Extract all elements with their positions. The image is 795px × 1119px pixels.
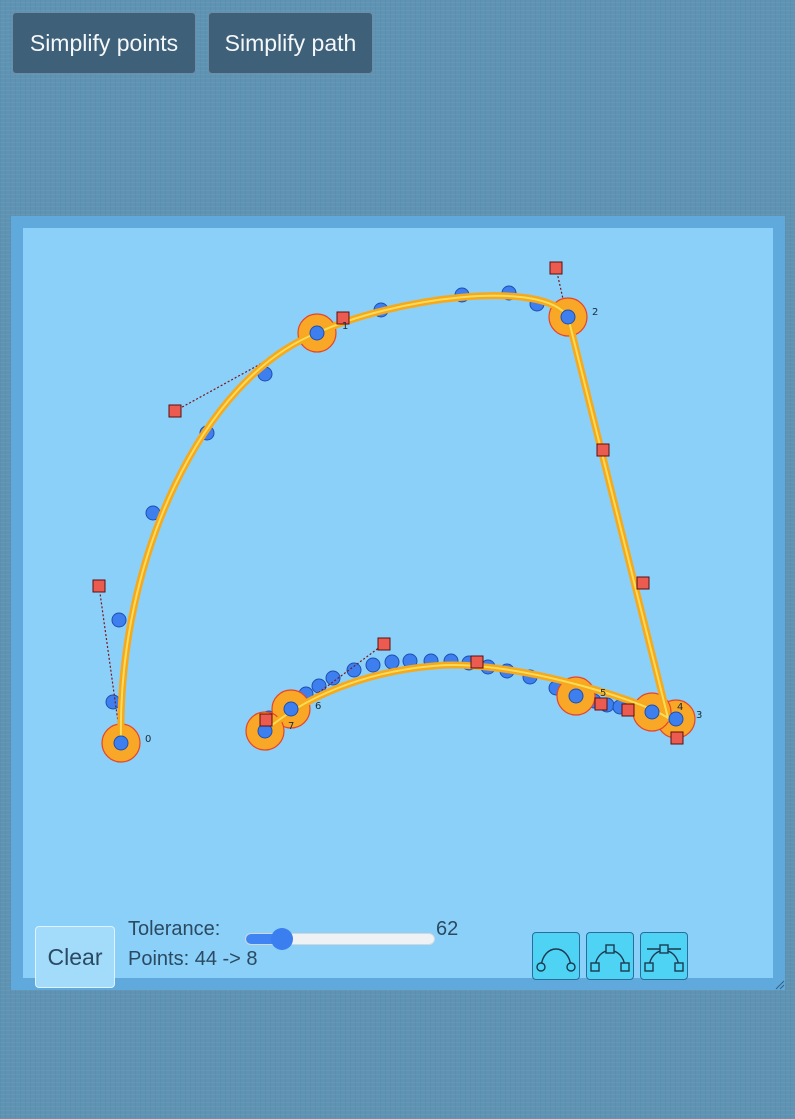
path-drawing[interactable]: 0 2 3 4 5 6 7 1 <box>23 228 773 978</box>
control-handle[interactable] <box>670 731 684 745</box>
control-handle[interactable] <box>549 261 563 275</box>
anchor-label: 6 <box>315 701 321 712</box>
anchor-center[interactable] <box>560 309 576 325</box>
smooth-curve-button[interactable] <box>532 932 580 980</box>
smooth-curve-icon <box>536 948 576 972</box>
tangent-handles-button[interactable] <box>640 932 688 980</box>
raw-point[interactable] <box>346 662 362 678</box>
anchor-center[interactable] <box>113 735 129 751</box>
anchor-label: 0 <box>145 734 151 745</box>
tolerance-value: 62 <box>436 918 459 940</box>
tolerance-slider[interactable] <box>245 928 435 950</box>
anchor-label: 4 <box>677 702 683 713</box>
raw-point[interactable] <box>365 657 381 673</box>
anchor-center[interactable] <box>309 325 325 341</box>
raw-point[interactable] <box>111 612 127 628</box>
anchor-center[interactable] <box>644 704 660 720</box>
control-handle[interactable] <box>377 637 391 651</box>
clear-button[interactable]: Clear <box>35 926 115 988</box>
anchor-center[interactable] <box>668 711 684 727</box>
anchor-center[interactable] <box>568 688 584 704</box>
control-handle[interactable] <box>621 703 635 717</box>
control-handle[interactable] <box>636 576 650 590</box>
anchor-center[interactable] <box>283 701 299 717</box>
simplified-curve-highlight[interactable] <box>119 294 669 744</box>
corner-handles-button[interactable] <box>586 932 634 980</box>
points-count: Points: 44 -> 8 <box>128 948 258 970</box>
control-handle[interactable] <box>470 655 484 669</box>
simplify-points-button[interactable]: Simplify points <box>12 12 196 74</box>
canvas-frame: 0 2 3 4 5 6 7 1 Clear Tolerance: 62 Points: 44 … <box>11 216 785 990</box>
simplified-curve[interactable] <box>117 292 672 747</box>
tolerance-label: Tolerance: <box>128 918 221 940</box>
anchor-label: 5 <box>600 688 606 699</box>
drawing-canvas[interactable]: 0 2 3 4 5 6 7 1 Clear Tolerance: 62 Points: 44 … <box>23 228 773 988</box>
control-handle[interactable] <box>92 579 106 593</box>
anchor-label: 2 <box>592 307 598 318</box>
handle-label: 1 <box>342 321 348 332</box>
control-handle[interactable] <box>594 697 608 711</box>
tolerance-slider-thumb[interactable] <box>270 928 293 950</box>
anchor-label: 7 <box>288 721 294 732</box>
control-handle[interactable] <box>259 713 273 727</box>
raw-point[interactable] <box>384 654 400 670</box>
corner-handles-icon <box>590 944 630 972</box>
control-handle[interactable] <box>596 443 610 457</box>
control-handle[interactable] <box>168 404 182 418</box>
anchor-label: 3 <box>696 710 702 721</box>
tangent-handles-icon <box>644 944 684 972</box>
resize-grip-icon[interactable] <box>773 978 785 990</box>
simplify-path-button[interactable]: Simplify path <box>208 12 373 74</box>
